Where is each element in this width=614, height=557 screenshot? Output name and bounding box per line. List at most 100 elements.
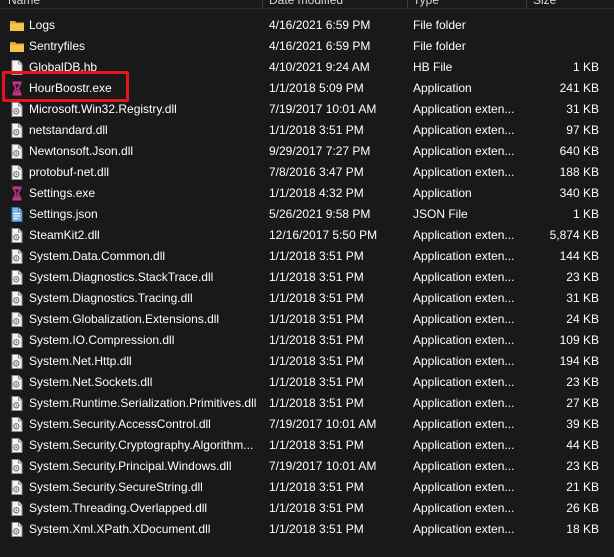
dll-icon (10, 438, 24, 453)
file-row[interactable]: netstandard.dll 1/1/2018 3:51 PM Applicati… (0, 120, 614, 141)
file-size: 109 KB (559, 333, 599, 347)
file-date-modified: 1/1/2018 3:51 PM (269, 375, 364, 389)
file-name: System.Net.Http.dll (29, 354, 132, 368)
file-size: 23 KB (566, 375, 599, 389)
file-name: System.Security.Principal.Windows.dll (29, 459, 232, 473)
file-name: System.Security.SecureString.dll (29, 480, 203, 494)
file-size: 26 KB (566, 501, 599, 515)
dll-icon (10, 354, 24, 369)
file-type: Application exten... (413, 354, 515, 368)
dll-icon (10, 396, 24, 411)
file-name: System.Data.Common.dll (29, 249, 166, 263)
column-header-size[interactable]: Size (533, 0, 556, 8)
file-row[interactable]: Sentryfiles 4/16/2021 6:59 PM File folder (0, 36, 614, 57)
file-type: Application exten... (413, 144, 515, 158)
dll-icon (10, 102, 24, 117)
file-row[interactable]: System.Data.Common.dll 1/1/2018 3:51 PM Ap… (0, 246, 614, 267)
file-row[interactable]: System.Net.Sockets.dll 1/1/2018 3:51 PM Ap… (0, 372, 614, 393)
dll-icon (10, 291, 24, 306)
file-type: Application exten... (413, 417, 515, 431)
file-size: 188 KB (559, 165, 599, 179)
file-row[interactable]: Settings.exe 1/1/2018 4:32 PM Application 3… (0, 183, 614, 204)
file-name: protobuf-net.dll (29, 165, 110, 179)
file-type: Application exten... (413, 165, 515, 179)
file-row[interactable]: GlobalDB.hb 4/10/2021 9:24 AM HB File 1 KB (0, 57, 614, 78)
file-row[interactable]: System.Threading.Overlapped.dll 1/1/2018 … (0, 498, 614, 519)
file-type: Application exten... (413, 396, 515, 410)
column-header-type[interactable]: Type (413, 0, 439, 8)
file-row[interactable]: System.Xml.XPath.XDocument.dll 1/1/2018 3… (0, 519, 614, 540)
file-row[interactable]: Microsoft.Win32.Registry.dll 7/19/2017 10… (0, 99, 614, 120)
file-type: File folder (413, 18, 466, 32)
file-size: 31 KB (566, 291, 599, 305)
file-date-modified: 1/1/2018 3:51 PM (269, 396, 364, 410)
file-row[interactable]: protobuf-net.dll 7/8/2016 3:47 PM Applicat… (0, 162, 614, 183)
file-row[interactable]: Newtonsoft.Json.dll 9/29/2017 7:27 PM Appl… (0, 141, 614, 162)
dll-icon (10, 375, 24, 390)
dll-icon (10, 459, 24, 474)
file-type: Application (413, 81, 472, 95)
dll-icon (10, 480, 24, 495)
file-type: File folder (413, 39, 466, 53)
file-row[interactable]: Settings.json 5/26/2021 9:58 PM JSON File 1… (0, 204, 614, 225)
file-size: 27 KB (566, 396, 599, 410)
file-name: SteamKit2.dll (29, 228, 100, 242)
file-row[interactable]: System.Net.Http.dll 1/1/2018 3:51 PM Appli… (0, 351, 614, 372)
dll-icon (10, 123, 24, 138)
file-name: System.Security.AccessControl.dll (29, 417, 211, 431)
file-size: 39 KB (566, 417, 599, 431)
file-type: Application exten... (413, 522, 515, 536)
file-row[interactable]: Logs 4/16/2021 6:59 PM File folder (0, 15, 614, 36)
dll-icon (10, 417, 24, 432)
file-type: Application exten... (413, 102, 515, 116)
file-type: Application exten... (413, 228, 515, 242)
file-icon (10, 60, 24, 75)
column-resize-handle[interactable] (262, 0, 263, 8)
folder-icon (10, 18, 24, 33)
file-date-modified: 1/1/2018 3:51 PM (269, 291, 364, 305)
file-name: HourBoostr.exe (29, 81, 112, 95)
file-row[interactable]: System.Diagnostics.Tracing.dll 1/1/2018 3… (0, 288, 614, 309)
file-date-modified: 1/1/2018 3:51 PM (269, 354, 364, 368)
file-type: Application exten... (413, 291, 515, 305)
file-row[interactable]: System.Security.AccessControl.dll 7/19/20… (0, 414, 614, 435)
file-type: HB File (413, 60, 453, 74)
file-size: 1 KB (572, 60, 599, 74)
file-date-modified: 5/26/2021 9:58 PM (269, 207, 371, 221)
column-resize-handle[interactable] (526, 0, 527, 8)
file-date-modified: 7/8/2016 3:47 PM (269, 165, 364, 179)
file-date-modified: 9/29/2017 7:27 PM (269, 144, 371, 158)
file-size: 144 KB (559, 249, 599, 263)
column-header-date[interactable]: Date modified (269, 0, 343, 8)
file-row[interactable]: System.Security.Principal.Windows.dll 7/1… (0, 456, 614, 477)
file-size: 23 KB (566, 270, 599, 284)
file-date-modified: 1/1/2018 3:51 PM (269, 312, 364, 326)
file-row[interactable]: System.Security.SecureString.dll 1/1/2018… (0, 477, 614, 498)
file-size: 640 KB (559, 144, 599, 158)
file-row[interactable]: System.Runtime.Serialization.Primitives.… (0, 393, 614, 414)
file-type: Application exten... (413, 438, 515, 452)
file-row[interactable]: System.Security.Cryptography.Algorithm..… (0, 435, 614, 456)
dll-icon (10, 333, 24, 348)
file-date-modified: 7/19/2017 10:01 AM (269, 102, 377, 116)
file-size: 24 KB (566, 312, 599, 326)
file-type: Application exten... (413, 501, 515, 515)
file-name: Logs (29, 18, 56, 32)
file-row[interactable]: System.IO.Compression.dll 1/1/2018 3:51 P… (0, 330, 614, 351)
file-type: Application exten... (413, 459, 515, 473)
dll-icon (10, 228, 24, 243)
file-type: Application exten... (413, 270, 515, 284)
file-name: System.IO.Compression.dll (29, 333, 175, 347)
file-row[interactable]: System.Globalization.Extensions.dll 1/1/2… (0, 309, 614, 330)
file-date-modified: 4/10/2021 9:24 AM (269, 60, 370, 74)
file-row[interactable]: HourBoostr.exe 1/1/2018 5:09 PM Applicatio… (0, 78, 614, 99)
file-row[interactable]: System.Diagnostics.StackTrace.dll 1/1/201… (0, 267, 614, 288)
file-name: System.Runtime.Serialization.Primitives.… (29, 396, 257, 410)
column-resize-handle[interactable] (407, 0, 408, 8)
file-row[interactable]: SteamKit2.dll 12/16/2017 5:50 PM Applicati… (0, 225, 614, 246)
file-name: Settings.json (29, 207, 98, 221)
file-type: Application exten... (413, 249, 515, 263)
file-name: System.Diagnostics.StackTrace.dll (29, 270, 214, 284)
hourglass-icon (10, 186, 24, 201)
column-header-name[interactable]: Name (8, 0, 40, 8)
